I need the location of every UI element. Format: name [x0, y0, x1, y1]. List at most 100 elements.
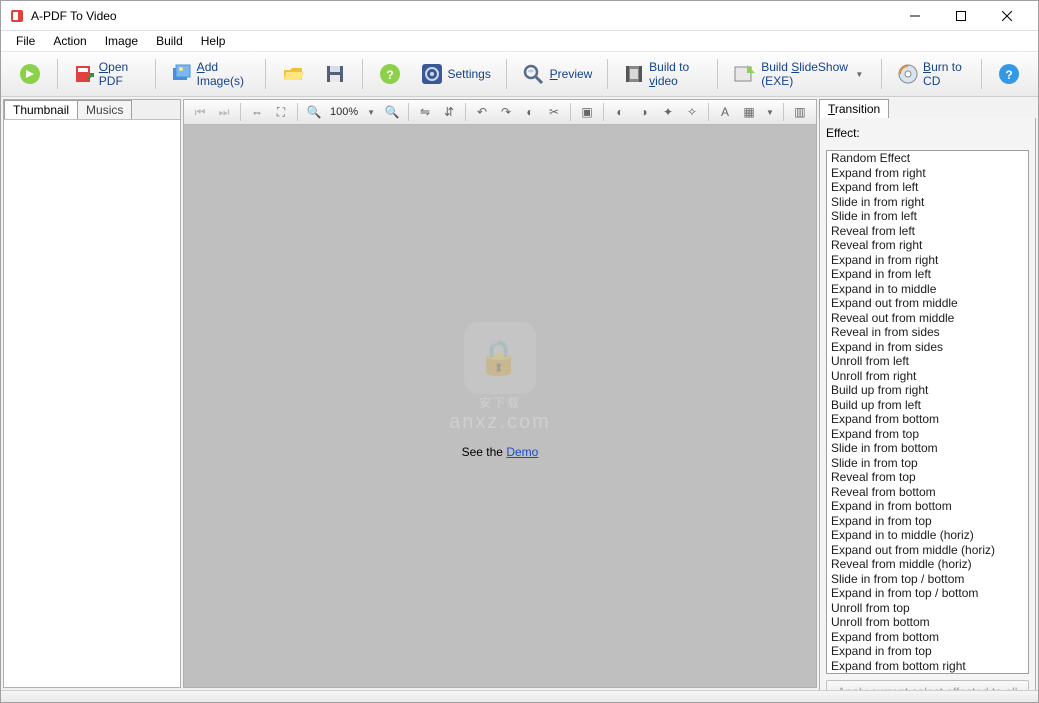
window-title: A-PDF To Video — [31, 9, 892, 23]
tab-thumbnail[interactable]: Thumbnail — [4, 100, 78, 119]
statusbar — [1, 690, 1038, 702]
effect-option[interactable]: Slide in from top / bottom — [827, 572, 1028, 587]
misc-icon[interactable]: ▥ — [790, 102, 810, 122]
zoom-dropdown-icon[interactable]: ▼ — [364, 108, 378, 117]
minimize-button[interactable] — [892, 1, 938, 31]
effect-option[interactable]: Expand out from middle — [827, 296, 1028, 311]
slideshow-icon — [733, 62, 757, 86]
effect-option[interactable]: Expand in from top — [827, 644, 1028, 659]
fit-width-icon[interactable]: ⇔ — [247, 102, 267, 122]
zoom-out-icon[interactable]: 🔍 — [304, 102, 324, 122]
nav-first-icon[interactable]: ⏮ — [190, 102, 210, 122]
menu-action[interactable]: Action — [44, 32, 95, 50]
effect-option[interactable]: Reveal from bottom — [827, 485, 1028, 500]
help-icon: ? — [997, 62, 1021, 86]
effect-option[interactable]: Expand in from top / bottom — [827, 586, 1028, 601]
effect-option[interactable]: Expand out from middle (horiz) — [827, 543, 1028, 558]
contrast-icon[interactable]: ◐ — [610, 102, 630, 122]
left-panel: Thumbnail Musics — [3, 99, 181, 688]
effect-option[interactable]: Unroll from top — [827, 601, 1028, 616]
effect1-icon[interactable]: ✦ — [658, 102, 678, 122]
effect-option[interactable]: Expand from left — [827, 180, 1028, 195]
effect-option[interactable]: Unroll from bottom — [827, 615, 1028, 630]
help-button-2[interactable]: ? — [371, 57, 409, 91]
effect-option[interactable]: Reveal from right — [827, 238, 1028, 253]
tool-green-1[interactable] — [11, 57, 49, 91]
effect-option[interactable]: Unroll from left — [827, 354, 1028, 369]
brightness-icon[interactable]: ◑ — [634, 102, 654, 122]
build-video-label: Build to video — [649, 60, 702, 88]
watermark-sub: anxz.com — [449, 411, 551, 434]
film-icon — [623, 62, 645, 86]
preview-button[interactable]: Preview — [515, 57, 600, 91]
text-icon[interactable]: A — [715, 102, 735, 122]
tab-transition[interactable]: Transition — [819, 99, 889, 118]
burn-cd-button[interactable]: Burn to CD — [890, 57, 973, 91]
effect-listbox[interactable]: Random EffectExpand from rightExpand fro… — [826, 150, 1029, 674]
menu-help[interactable]: Help — [192, 32, 235, 50]
build-slideshow-button[interactable]: Build SlideShow (EXE) ▼ — [726, 57, 873, 91]
flip-v-icon[interactable]: ⇵ — [439, 102, 459, 122]
effect-option[interactable]: Expand in from right — [827, 253, 1028, 268]
effect-option[interactable]: Expand in to middle — [827, 282, 1028, 297]
effect2-icon[interactable]: ✧ — [682, 102, 702, 122]
effect-option[interactable]: Expand from bottom — [827, 630, 1028, 645]
layers-icon[interactable]: ▦ — [739, 102, 759, 122]
effect-option[interactable]: Reveal from top — [827, 470, 1028, 485]
watermark-text: 安下载 — [479, 394, 521, 411]
effect-option[interactable]: Expand in from left — [827, 267, 1028, 282]
fit-page-icon[interactable]: ⛶ — [271, 102, 291, 122]
watermark-bag-icon: 🔒 — [464, 322, 536, 394]
nav-last-icon[interactable]: ⏭ — [214, 102, 234, 122]
effect-option[interactable]: Expand from right — [827, 166, 1028, 181]
effect-option[interactable]: Expand from top — [827, 427, 1028, 442]
menu-file[interactable]: File — [7, 32, 44, 50]
right-tabs: Transition — [819, 99, 1036, 118]
maximize-button[interactable] — [938, 1, 984, 31]
close-button[interactable] — [984, 1, 1030, 31]
effect-option[interactable]: Expand in from sides — [827, 340, 1028, 355]
effect-option[interactable]: Expand from bottom right — [827, 659, 1028, 674]
effect-option[interactable]: Expand in from bottom — [827, 499, 1028, 514]
rotate-left-icon[interactable]: ↶ — [472, 102, 492, 122]
effect-option[interactable]: Expand from bottom — [827, 412, 1028, 427]
effect-option[interactable]: Slide in from top — [827, 456, 1028, 471]
layers-dropdown-icon[interactable]: ▼ — [763, 108, 777, 117]
help-button[interactable]: ? — [990, 57, 1028, 91]
settings-button[interactable]: Settings — [413, 57, 498, 91]
effect-option[interactable]: Reveal from left — [827, 224, 1028, 239]
zoom-in-icon[interactable]: 🔍 — [382, 102, 402, 122]
effect-option[interactable]: Reveal in from sides — [827, 325, 1028, 340]
add-images-button[interactable]: Add Image(s) — [164, 57, 257, 91]
effect-option[interactable]: Slide in from left — [827, 209, 1028, 224]
effect-option[interactable]: Reveal out from middle — [827, 311, 1028, 326]
select-icon[interactable]: ▣ — [577, 102, 597, 122]
effect-option[interactable]: Expand in from top — [827, 514, 1028, 529]
apply-effect-button[interactable]: Apply current select effected to all — [826, 680, 1029, 690]
effect-option[interactable]: Random Effect — [827, 151, 1028, 166]
effect-option[interactable]: Reveal from middle (horiz) — [827, 557, 1028, 572]
folder-open-icon — [281, 62, 305, 86]
crop-icon[interactable]: ✂ — [544, 102, 564, 122]
rotate-options-icon[interactable]: ◐ — [520, 102, 540, 122]
tab-musics[interactable]: Musics — [77, 100, 132, 119]
effect-option[interactable]: Expand in to middle (horiz) — [827, 528, 1028, 543]
gear-icon — [420, 62, 444, 86]
flip-h-icon[interactable]: ⇋ — [415, 102, 435, 122]
save-button[interactable] — [316, 57, 354, 91]
demo-link[interactable]: Demo — [506, 445, 538, 459]
menu-build[interactable]: Build — [147, 32, 192, 50]
effect-option[interactable]: Slide in from right — [827, 195, 1028, 210]
open-folder-button[interactable] — [274, 57, 312, 91]
effect-option[interactable]: Unroll from right — [827, 369, 1028, 384]
effect-option[interactable]: Build up from left — [827, 398, 1028, 413]
effect-option[interactable]: Slide in from bottom — [827, 441, 1028, 456]
menu-image[interactable]: Image — [96, 32, 147, 50]
rotate-right-icon[interactable]: ↷ — [496, 102, 516, 122]
effect-option[interactable]: Build up from right — [827, 383, 1028, 398]
open-pdf-button[interactable]: Open PDF — [66, 57, 147, 91]
build-video-button[interactable]: Build to video — [616, 57, 709, 91]
dropdown-arrow-icon[interactable]: ▼ — [852, 70, 866, 79]
add-images-label: Add Image(s) — [197, 60, 250, 88]
settings-label: Settings — [448, 67, 491, 81]
